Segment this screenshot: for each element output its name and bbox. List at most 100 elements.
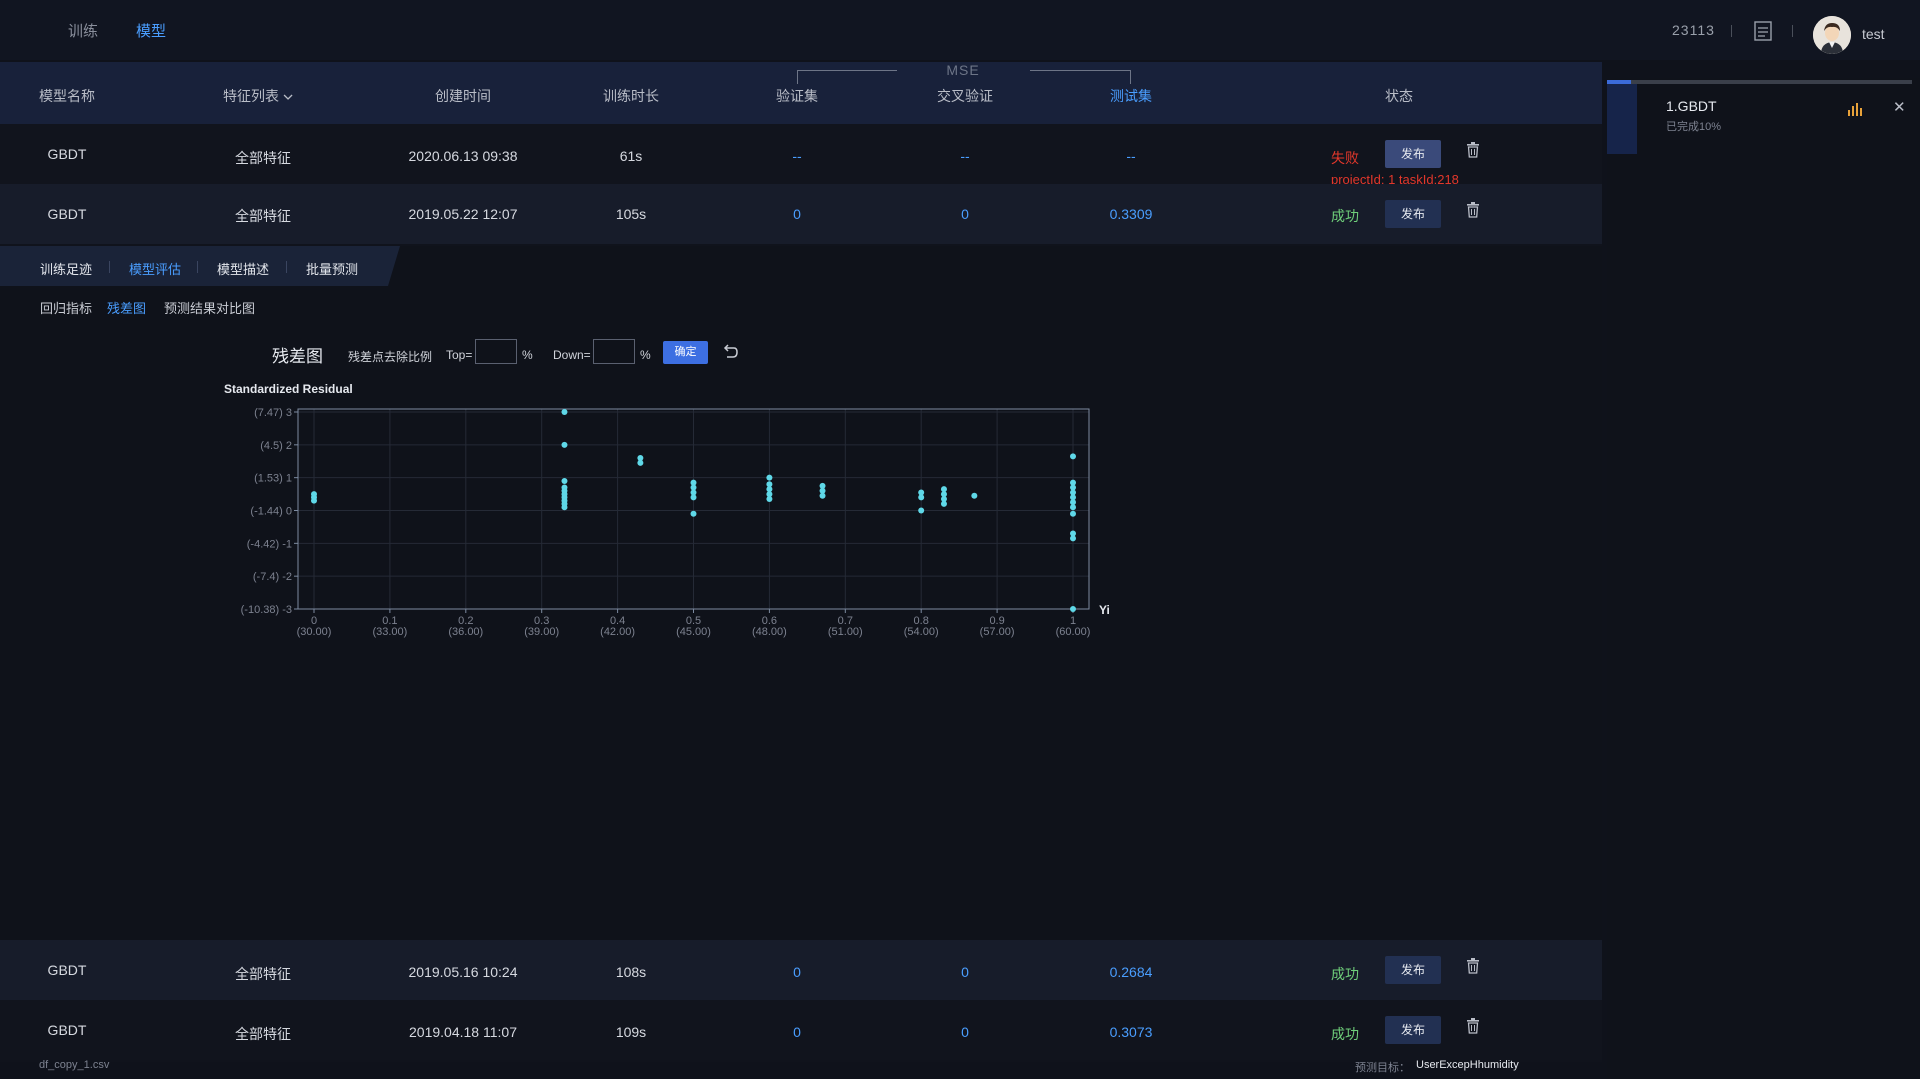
- header-created: 创建时间: [435, 88, 491, 104]
- header-features[interactable]: 特征列表: [223, 86, 293, 106]
- trash-icon[interactable]: [1466, 142, 1480, 158]
- trash-icon[interactable]: [1466, 1018, 1480, 1034]
- x-tick-sublabel: (30.00): [297, 626, 332, 638]
- down-percent-input[interactable]: [593, 339, 635, 364]
- y-tick-label: (-1.44) 0: [250, 506, 292, 518]
- cell-model-name: GBDT: [47, 1022, 87, 1038]
- cell-duration: 61s: [619, 148, 643, 164]
- data-point: [637, 459, 644, 466]
- trash-icon[interactable]: [1466, 202, 1480, 218]
- close-icon[interactable]: ✕: [1893, 98, 1906, 116]
- y-tick-label: (-7.4) -2: [253, 571, 292, 583]
- subtab-residual-plot[interactable]: 残差图: [107, 298, 146, 317]
- subtab-prediction-compare[interactable]: 预测结果对比图: [164, 298, 255, 317]
- cell-test: 0.2684: [1109, 964, 1153, 980]
- header-validation: 验证集: [776, 88, 818, 104]
- nav-tab-train[interactable]: 训练: [68, 20, 98, 41]
- cell-cross-validation: 0: [961, 1024, 969, 1040]
- data-point: [1070, 453, 1076, 460]
- cell-features: 全部特征: [235, 150, 291, 166]
- publish-button[interactable]: 发布: [1385, 200, 1441, 228]
- y-tick-label: (7.47) 3: [254, 407, 292, 419]
- cell-cross-validation: 0: [961, 206, 969, 222]
- chart-x-axis-label: Yi: [1099, 603, 1110, 617]
- prediction-target-label: 预测目标：: [1355, 1062, 1410, 1074]
- subtab-regression-metrics[interactable]: 回归指标: [40, 298, 92, 317]
- prediction-target-value: UserExcepHhumidity: [1416, 1059, 1519, 1071]
- cell-created: 2019.04.18 11:07: [409, 1024, 517, 1040]
- top-percent-input[interactable]: [475, 339, 517, 364]
- x-tick-sublabel: (57.00): [980, 626, 1015, 638]
- task-name[interactable]: 1.GBDT: [1666, 98, 1717, 114]
- tab-model-description[interactable]: 模型描述: [217, 259, 269, 278]
- mse-group-label: MSE: [946, 62, 980, 78]
- data-point: [1070, 606, 1076, 612]
- x-tick-sublabel: (45.00): [676, 626, 711, 638]
- data-point: [940, 500, 947, 507]
- x-tick-sublabel: (54.00): [904, 626, 939, 638]
- data-point: [819, 492, 826, 499]
- confirm-button[interactable]: 确定: [663, 341, 708, 364]
- data-point: [918, 494, 925, 501]
- divider: [1731, 25, 1732, 37]
- header-test[interactable]: 测试集: [1110, 86, 1152, 106]
- x-tick-sublabel: (33.00): [372, 626, 407, 638]
- data-point: [1070, 510, 1076, 517]
- table-row: GBDT 全部特征 2019.04.18 11:07 109s 0 0 0.30…: [0, 1000, 1602, 1060]
- bar-chart-icon[interactable]: [1847, 102, 1863, 116]
- x-tick-sublabel: (36.00): [448, 626, 483, 638]
- mse-bracket-right: [1030, 70, 1130, 71]
- percent-sign: %: [640, 348, 651, 362]
- tab-batch-predict[interactable]: 批量预测: [306, 259, 358, 278]
- chart-y-axis-label: Standardized Residual: [224, 382, 353, 396]
- header-model-name: 模型名称: [39, 88, 95, 104]
- header-status: 状态: [1385, 88, 1413, 104]
- table-row: GBDT 全部特征 2019.05.22 12:07 105s 0 0 0.33…: [0, 184, 1602, 244]
- cell-test: 0.3073: [1109, 1024, 1153, 1040]
- cell-features: 全部特征: [235, 966, 291, 982]
- y-tick-label: (-10.38) -3: [241, 604, 292, 616]
- x-tick-sublabel: (42.00): [600, 626, 635, 638]
- publish-button[interactable]: 发布: [1385, 1016, 1441, 1044]
- y-tick-label: (1.53) 1: [254, 473, 292, 485]
- task-progress-track: [1607, 80, 1912, 84]
- cell-model-name: GBDT: [47, 206, 87, 222]
- cell-test: --: [1126, 148, 1136, 164]
- data-point: [1070, 535, 1076, 542]
- chevron-down-icon: [283, 94, 293, 100]
- chart-grid: [298, 409, 1089, 610]
- data-point: [766, 474, 773, 481]
- reset-icon[interactable]: [720, 342, 740, 362]
- data-point: [690, 494, 697, 501]
- trash-icon[interactable]: [1466, 958, 1480, 974]
- username[interactable]: test: [1862, 26, 1885, 42]
- cell-test: 0.3309: [1109, 206, 1153, 222]
- data-point: [561, 441, 568, 448]
- document-icon[interactable]: [1752, 20, 1774, 42]
- cell-duration: 108s: [615, 964, 647, 980]
- table-row: GBDT 全部特征 2019.05.16 10:24 108s 0 0 0.26…: [0, 940, 1602, 1000]
- down-label: Down=: [553, 348, 591, 362]
- header-features-label: 特征列表: [223, 88, 280, 104]
- publish-button[interactable]: 发布: [1385, 140, 1441, 168]
- status-badge: 成功: [1331, 966, 1359, 982]
- cell-created: 2020.06.13 09:38: [408, 148, 518, 164]
- tab-model-evaluation[interactable]: 模型评估: [129, 259, 181, 278]
- model-detail-panel: 训练足迹 模型评估 模型描述 批量预测 回归指标 残差图 预测结果对比图 残差图…: [0, 246, 1602, 940]
- nav-tab-model[interactable]: 模型: [136, 20, 166, 41]
- mse-bracket-tick: [1130, 70, 1131, 84]
- cell-created: 2019.05.22 12:07: [408, 206, 518, 222]
- tab-training-trace[interactable]: 训练足迹: [40, 259, 92, 278]
- publish-button[interactable]: 发布: [1385, 956, 1441, 984]
- cell-duration: 105s: [615, 206, 647, 222]
- avatar[interactable]: [1813, 16, 1851, 54]
- table-header: MSE 模型名称 特征列表 创建时间 训练时长 验证集 交叉验证 测试集 状态: [0, 62, 1602, 124]
- dataset-filename: df_copy_1.csv: [39, 1059, 110, 1071]
- data-point: [690, 510, 697, 517]
- data-point: [918, 507, 925, 514]
- top-nav: 训练 模型 23113 test: [0, 0, 1920, 60]
- user-avatar-icon: [1813, 16, 1851, 54]
- cell-features: 全部特征: [235, 208, 291, 224]
- y-tick-label: (4.5) 2: [260, 440, 292, 452]
- cell-validation: 0: [793, 206, 801, 222]
